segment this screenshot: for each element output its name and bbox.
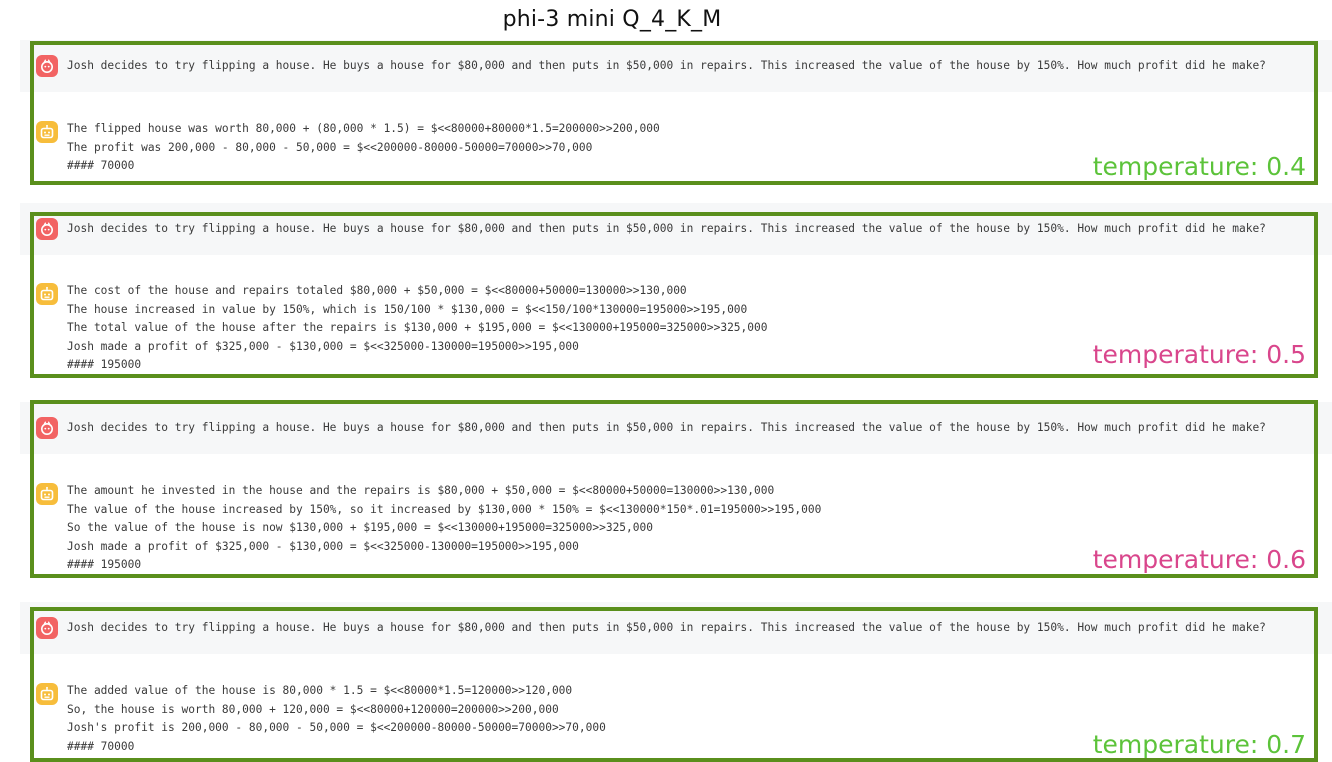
highlight-frame bbox=[30, 400, 1318, 578]
page-title: phi-3 mini Q_4_K_M bbox=[502, 7, 722, 32]
highlight-frame bbox=[30, 212, 1318, 378]
highlight-frame bbox=[30, 41, 1318, 185]
highlight-frame bbox=[30, 607, 1318, 762]
